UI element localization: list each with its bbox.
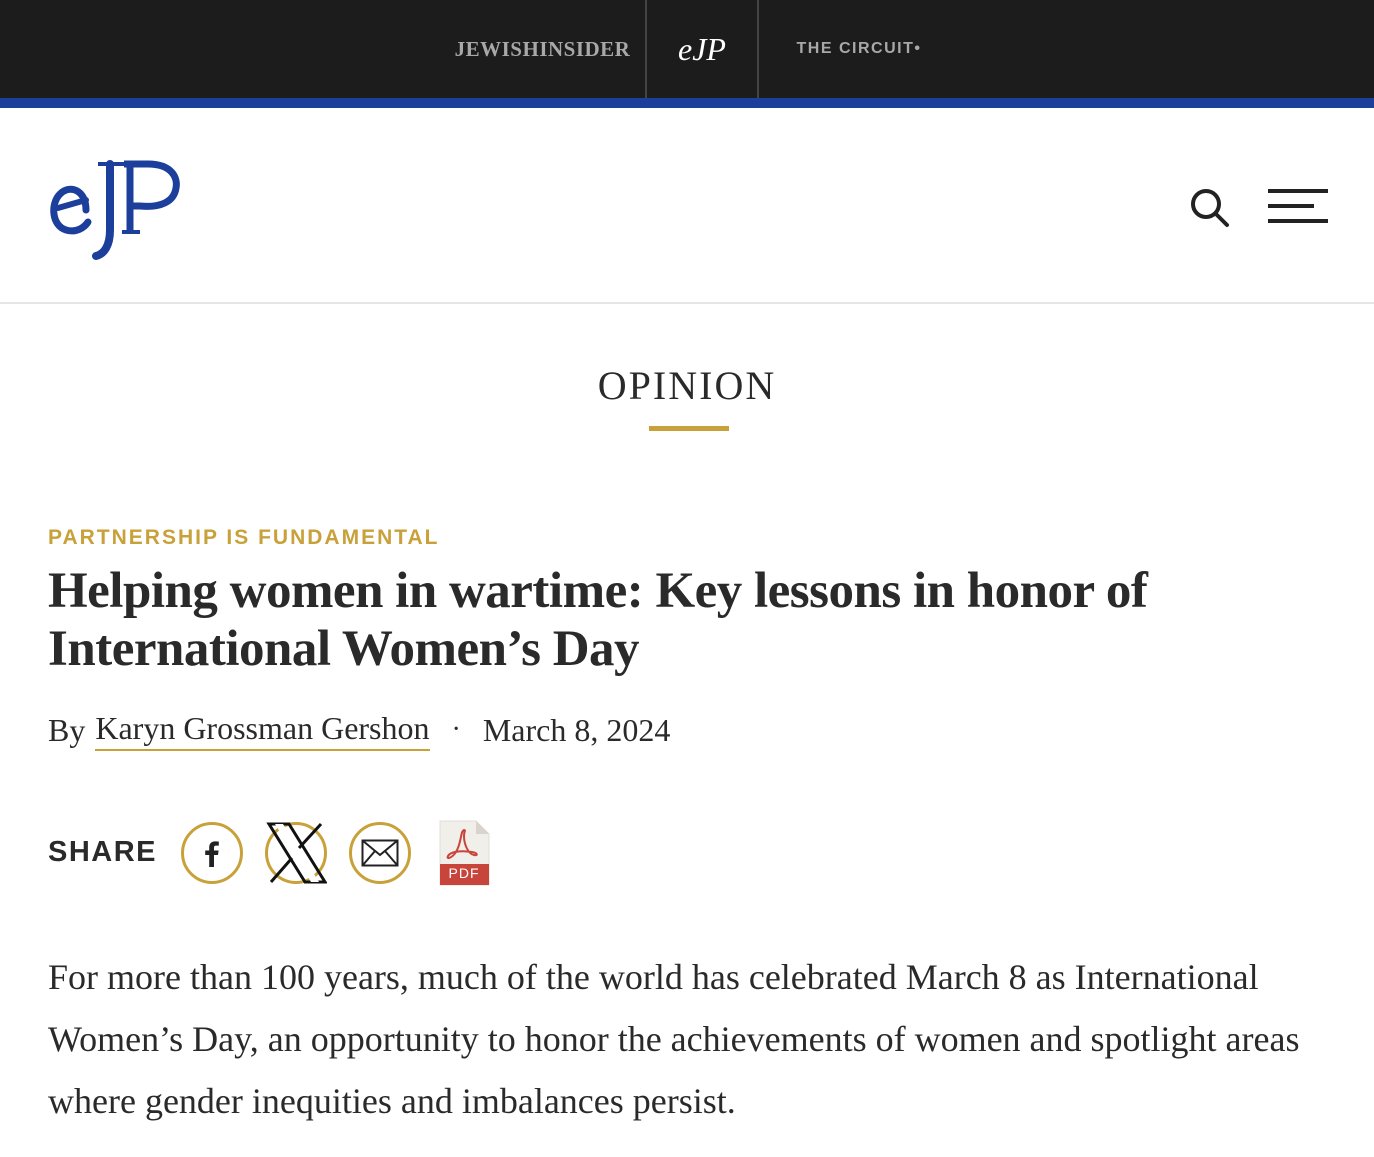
network-bar: JEWISHINSIDER eJP THE CIRCUIT•	[0, 0, 1374, 98]
share-facebook-button[interactable]	[181, 822, 243, 884]
search-button[interactable]	[1188, 186, 1230, 228]
article-kicker: PARTNERSHIP IS FUNDAMENTAL	[48, 526, 440, 549]
publish-date: March 8, 2024	[482, 711, 671, 748]
share-email-button[interactable]	[349, 822, 411, 884]
article-headline: Helping women in wartime: Key lessons in…	[48, 563, 1148, 677]
network-link-ejp[interactable]: eJP	[647, 0, 757, 98]
author-link[interactable]: Karyn Grossman Gershon	[95, 710, 430, 751]
site-header	[0, 108, 1374, 304]
network-accent-stripe	[0, 98, 1374, 108]
byline-prefix: By	[48, 711, 86, 748]
search-icon	[1191, 189, 1229, 227]
article-body-paragraph: For more than 100 years, much of the wor…	[48, 957, 1300, 1121]
share-x-button[interactable]	[265, 822, 327, 884]
ejp-logo-icon	[50, 160, 180, 260]
hamburger-menu-icon	[1268, 189, 1328, 223]
section-label[interactable]: OPINION	[0, 362, 1374, 409]
byline-separator: ·	[451, 714, 461, 745]
site-logo[interactable]	[48, 150, 188, 260]
x-icon	[266, 822, 327, 884]
email-icon	[361, 839, 399, 867]
network-link-the-circuit[interactable]: THE CIRCUIT•	[759, 0, 959, 98]
pdf-label: PDF	[448, 865, 480, 881]
menu-button[interactable]	[1266, 188, 1330, 224]
share-label: SHARE	[48, 836, 158, 868]
share-pdf-button[interactable]: PDF	[438, 820, 490, 886]
network-link-jewishinsider[interactable]: JEWISHINSIDER	[440, 0, 645, 98]
facebook-icon	[205, 841, 219, 867]
byline: By Karyn Grossman Gershon · March 8, 202…	[48, 708, 670, 752]
section-underline	[649, 426, 729, 431]
